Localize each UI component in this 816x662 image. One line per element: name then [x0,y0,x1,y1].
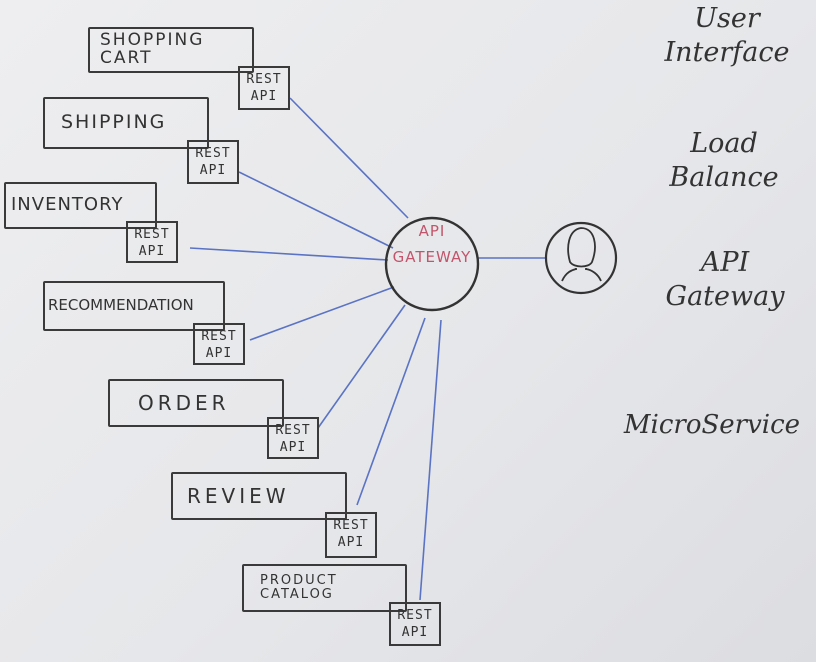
service-label-line-2: CATALOG [260,587,334,602]
layer-label-api-gateway: API Gateway [665,247,785,312]
service-order: ORDER [108,379,284,427]
connector-shipping [238,171,394,249]
layer-label-user-interface: User Interface [664,3,790,68]
service-label: SHIPPING [61,111,167,134]
service-shipping: SHIPPING [43,97,209,149]
service-label: INVENTORY [11,194,124,216]
rest-api-inventory: REST API [126,221,178,263]
service-label: RECOMMENDATION [48,296,194,315]
rest-api-product-catalog: REST API [389,602,441,646]
user-node [544,221,618,295]
layer-label-load-balance: Load Balance [669,128,779,193]
service-label-line-1: PRODUCT [260,573,338,589]
rest-api-recommendation: REST API [193,323,245,365]
service-review: REVIEW [171,472,347,520]
service-label: REVIEW [187,483,290,508]
connector-shopping-cart [289,97,409,219]
service-label: SHOPPING CART [100,30,205,68]
rest-api-order: REST API [267,417,319,459]
service-shopping-cart: SHOPPING CART [88,27,254,73]
connector-inventory [189,247,389,261]
connector-recommendation [249,286,395,341]
rest-api-shopping-cart: REST API [238,66,290,110]
connector-review [356,317,426,506]
rest-api-shipping: REST API [187,140,239,184]
connector-product-catalog [419,319,442,601]
rest-api-review: REST API [325,512,377,558]
user-avatar-icon [561,227,602,282]
service-label: ORDER [138,390,230,415]
layer-label-microservice: MicroService [623,410,801,440]
api-gateway-label: API GATEWAY [392,222,472,266]
service-product-catalog: PRODUCT CATALOG [242,564,407,612]
